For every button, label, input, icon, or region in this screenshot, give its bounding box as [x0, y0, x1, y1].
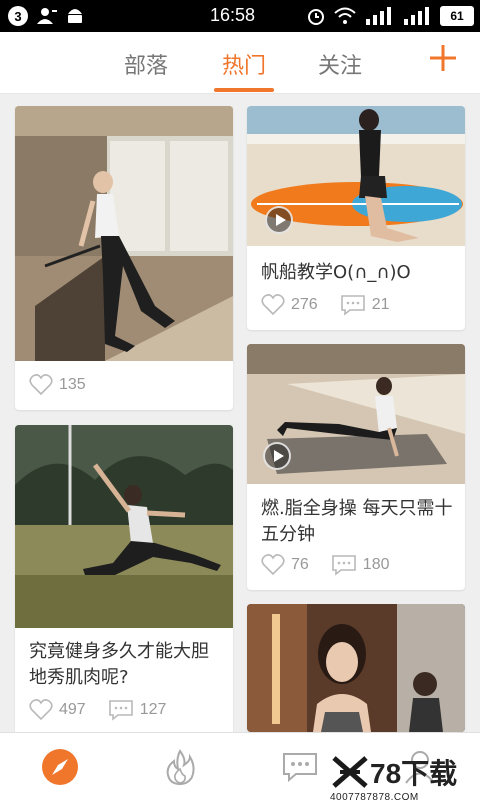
post-meta-3: 497 127	[29, 699, 188, 721]
android-icon	[68, 9, 82, 23]
user-badge-icon	[37, 8, 57, 24]
like-count: 497	[59, 701, 86, 718]
post-image-5	[247, 604, 465, 732]
wifi-icon	[334, 7, 356, 24]
like-count: 276	[291, 296, 318, 313]
post-image-1	[15, 106, 233, 361]
post-title-line-1: 究竟健身多久才能大胆	[29, 641, 209, 662]
plus-icon	[430, 45, 456, 71]
like-count-group[interactable]: 135	[29, 374, 86, 396]
video-play-icon[interactable]	[265, 206, 293, 234]
comment-count-group[interactable]: 21	[340, 294, 390, 316]
top-tab-bar: 部落 热门 关注	[0, 32, 480, 94]
flame-icon	[166, 749, 195, 785]
like-count: 135	[59, 376, 86, 393]
post-image-3	[15, 425, 233, 628]
heart-icon	[29, 699, 53, 721]
post-card-2[interactable]: 帆船教学O(∩_∩)O 276 21	[247, 106, 465, 330]
post-title: 燃.脂全身操 每天只需十 五分钟	[261, 496, 452, 548]
comment-icon	[340, 295, 365, 316]
signal-icon-1	[366, 7, 391, 25]
post-meta-4: 76 180	[261, 554, 412, 576]
active-tab-indicator	[214, 88, 274, 92]
tab-tribe[interactable]: 部落	[124, 48, 168, 80]
nav-hot[interactable]	[160, 747, 200, 787]
status-bar: 3 16:58 61	[0, 0, 480, 32]
video-play-icon[interactable]	[263, 442, 291, 470]
comment-count-group[interactable]: 180	[331, 554, 390, 576]
comment-icon	[108, 700, 133, 721]
post-title: 究竟健身多久才能大胆 地秀肌肉呢?	[29, 639, 209, 691]
status-time: 16:58	[210, 5, 256, 25]
alarm-icon	[308, 9, 324, 25]
nav-discover[interactable]	[40, 747, 80, 787]
status-right: 61	[306, 6, 474, 26]
battery-indicator: 61	[440, 6, 474, 26]
signal-icon-2	[404, 7, 429, 25]
comment-count: 127	[139, 701, 167, 718]
post-title: 帆船教学O(∩_∩)O	[261, 262, 411, 283]
tab-hot[interactable]: 热门	[222, 48, 266, 80]
post-title-line-1: 燃.脂全身操 每天只需十	[261, 498, 453, 519]
comment-count: 21	[371, 296, 390, 313]
post-card-1[interactable]: 135	[15, 106, 233, 410]
comment-icon	[331, 555, 356, 576]
post-card-4[interactable]: 燃.脂全身操 每天只需十 五分钟 76 180	[247, 344, 465, 590]
add-button[interactable]	[428, 42, 458, 80]
watermark-logo-icon	[332, 756, 368, 788]
tab-follow[interactable]: 关注	[318, 48, 362, 80]
site-watermark: 78下载 4007787878.COM	[330, 752, 457, 800]
like-count: 76	[291, 556, 309, 573]
post-card-5[interactable]	[247, 604, 465, 732]
chat-icon	[283, 753, 317, 783]
heart-icon	[261, 294, 285, 316]
post-title-line-2: 五分钟	[261, 524, 315, 545]
watermark-url: 4007787878.COM	[330, 792, 419, 800]
nav-messages[interactable]	[280, 747, 320, 787]
watermark-logo-text: 78下载	[370, 758, 458, 789]
heart-icon	[261, 554, 285, 576]
heart-icon	[29, 374, 53, 396]
like-count-group[interactable]: 276	[261, 294, 318, 316]
post-meta-2: 276 21	[261, 294, 412, 316]
like-count-group[interactable]: 76	[261, 554, 309, 576]
comment-count-group[interactable]: 127	[108, 699, 167, 721]
notification-count-badge: 3	[8, 6, 28, 26]
comment-count: 180	[362, 556, 390, 573]
post-title-line-2: 地秀肌肉呢?	[29, 667, 129, 688]
post-meta-1: 135	[29, 374, 108, 396]
like-count-group[interactable]: 497	[29, 699, 86, 721]
status-left: 3	[8, 6, 84, 26]
compass-icon	[42, 749, 78, 785]
post-card-3[interactable]: 究竟健身多久才能大胆 地秀肌肉呢? 497 127	[15, 425, 233, 735]
